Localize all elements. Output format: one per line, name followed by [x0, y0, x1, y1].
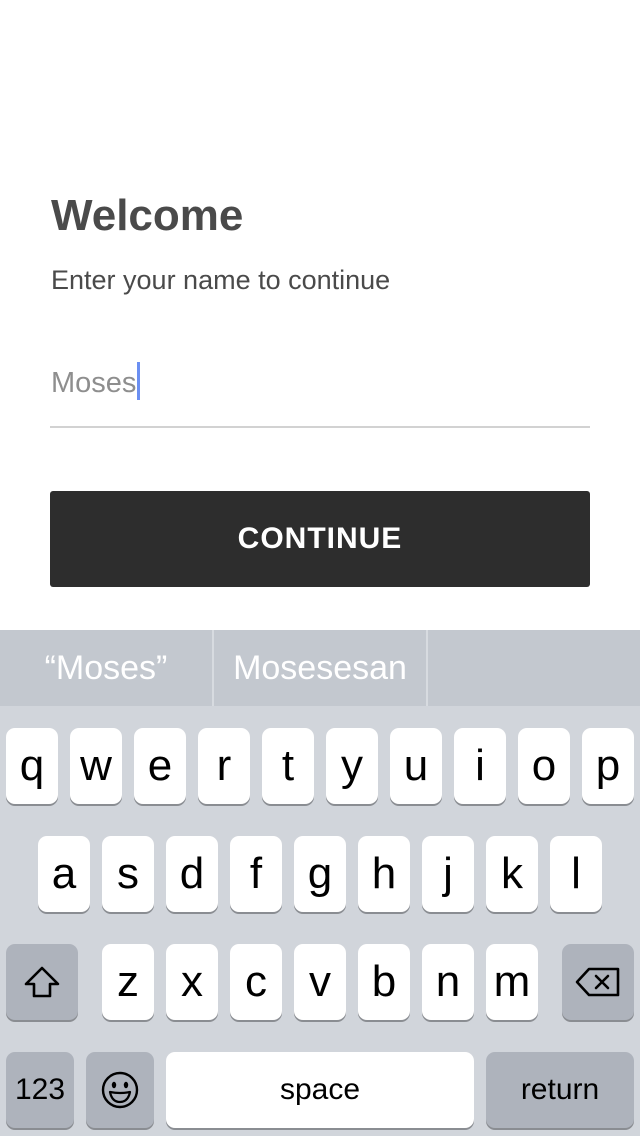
- name-input-value: Moses: [51, 362, 141, 401]
- suggestion-bar: “Moses” Mosesesan: [0, 630, 640, 706]
- key-n[interactable]: n: [422, 944, 474, 1020]
- page-title: Welcome: [51, 191, 244, 240]
- key-o[interactable]: o: [518, 728, 570, 804]
- key-g[interactable]: g: [294, 836, 346, 912]
- name-input-text: Moses: [51, 367, 137, 399]
- key-e[interactable]: e: [134, 728, 186, 804]
- key-r[interactable]: r: [198, 728, 250, 804]
- key-i[interactable]: i: [454, 728, 506, 804]
- key-z[interactable]: z: [102, 944, 154, 1020]
- shift-key[interactable]: [6, 944, 78, 1020]
- key-t[interactable]: t: [262, 728, 314, 804]
- key-u[interactable]: u: [390, 728, 442, 804]
- name-input[interactable]: Moses: [50, 350, 590, 428]
- key-b[interactable]: b: [358, 944, 410, 1020]
- shift-icon: [23, 965, 61, 999]
- suggestion-item[interactable]: “Moses”: [0, 630, 212, 706]
- text-cursor: [137, 362, 141, 400]
- key-q[interactable]: q: [6, 728, 58, 804]
- return-key[interactable]: return: [486, 1052, 634, 1128]
- page-subtitle: Enter your name to continue: [51, 265, 391, 295]
- key-l[interactable]: l: [550, 836, 602, 912]
- key-h[interactable]: h: [358, 836, 410, 912]
- key-f[interactable]: f: [230, 836, 282, 912]
- backspace-icon: [574, 966, 622, 998]
- key-p[interactable]: p: [582, 728, 634, 804]
- delete-key[interactable]: [562, 944, 634, 1020]
- keyboard: “Moses” Mosesesan q w e r t y u i o p a …: [0, 630, 640, 1136]
- key-w[interactable]: w: [70, 728, 122, 804]
- key-v[interactable]: v: [294, 944, 346, 1020]
- suggestion-item[interactable]: Mosesesan: [214, 630, 426, 706]
- numbers-key[interactable]: 123: [6, 1052, 74, 1128]
- key-a[interactable]: a: [38, 836, 90, 912]
- emoji-icon: [100, 1070, 140, 1110]
- key-s[interactable]: s: [102, 836, 154, 912]
- key-y[interactable]: y: [326, 728, 378, 804]
- suggestion-item[interactable]: [428, 630, 640, 706]
- key-d[interactable]: d: [166, 836, 218, 912]
- key-j[interactable]: j: [422, 836, 474, 912]
- key-c[interactable]: c: [230, 944, 282, 1020]
- emoji-key[interactable]: [86, 1052, 154, 1128]
- key-m[interactable]: m: [486, 944, 538, 1020]
- key-x[interactable]: x: [166, 944, 218, 1020]
- key-k[interactable]: k: [486, 836, 538, 912]
- continue-button[interactable]: CONTINUE: [50, 491, 590, 587]
- welcome-screen: Welcome Enter your name to continue Mose…: [0, 0, 640, 630]
- space-key[interactable]: space: [166, 1052, 474, 1128]
